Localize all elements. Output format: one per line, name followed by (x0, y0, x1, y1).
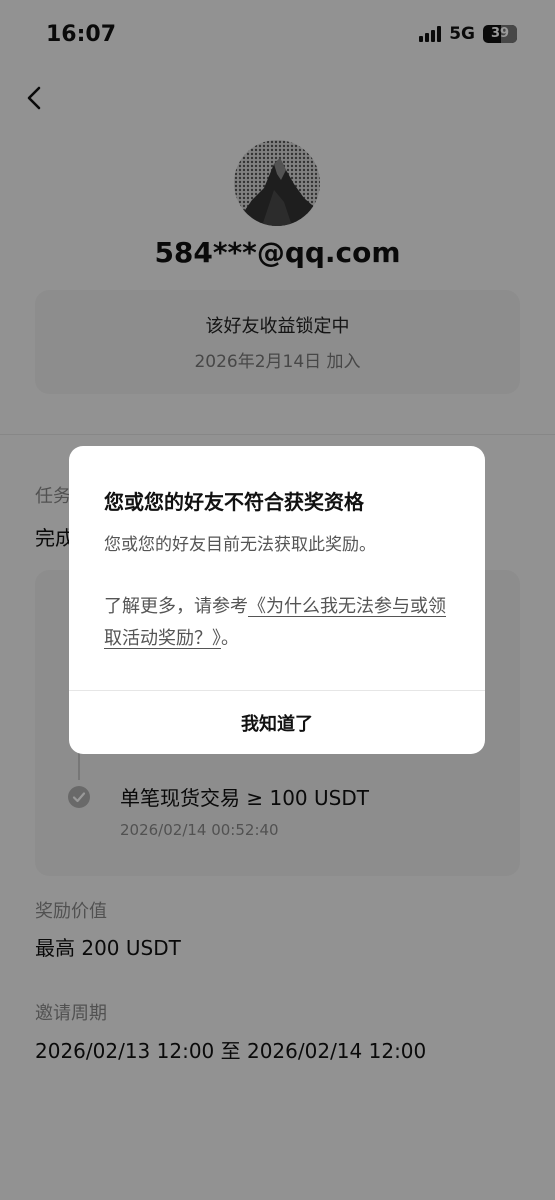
dialog-title: 您或您的好友不符合获奖资格 (104, 490, 364, 514)
learn-more-prefix: 了解更多，请参考 (104, 596, 248, 617)
got-it-button[interactable]: 我知道了 (69, 691, 485, 754)
learn-more-suffix: 。 (221, 628, 239, 649)
dialog-learn-more: 了解更多，请参考《为什么我无法参与或领取活动奖励？》。 (104, 591, 454, 655)
dialog-message: 您或您的好友目前无法获取此奖励。 (104, 535, 376, 555)
ineligible-dialog: 您或您的好友不符合获奖资格 您或您的好友目前无法获取此奖励。 了解更多，请参考《… (69, 446, 485, 754)
